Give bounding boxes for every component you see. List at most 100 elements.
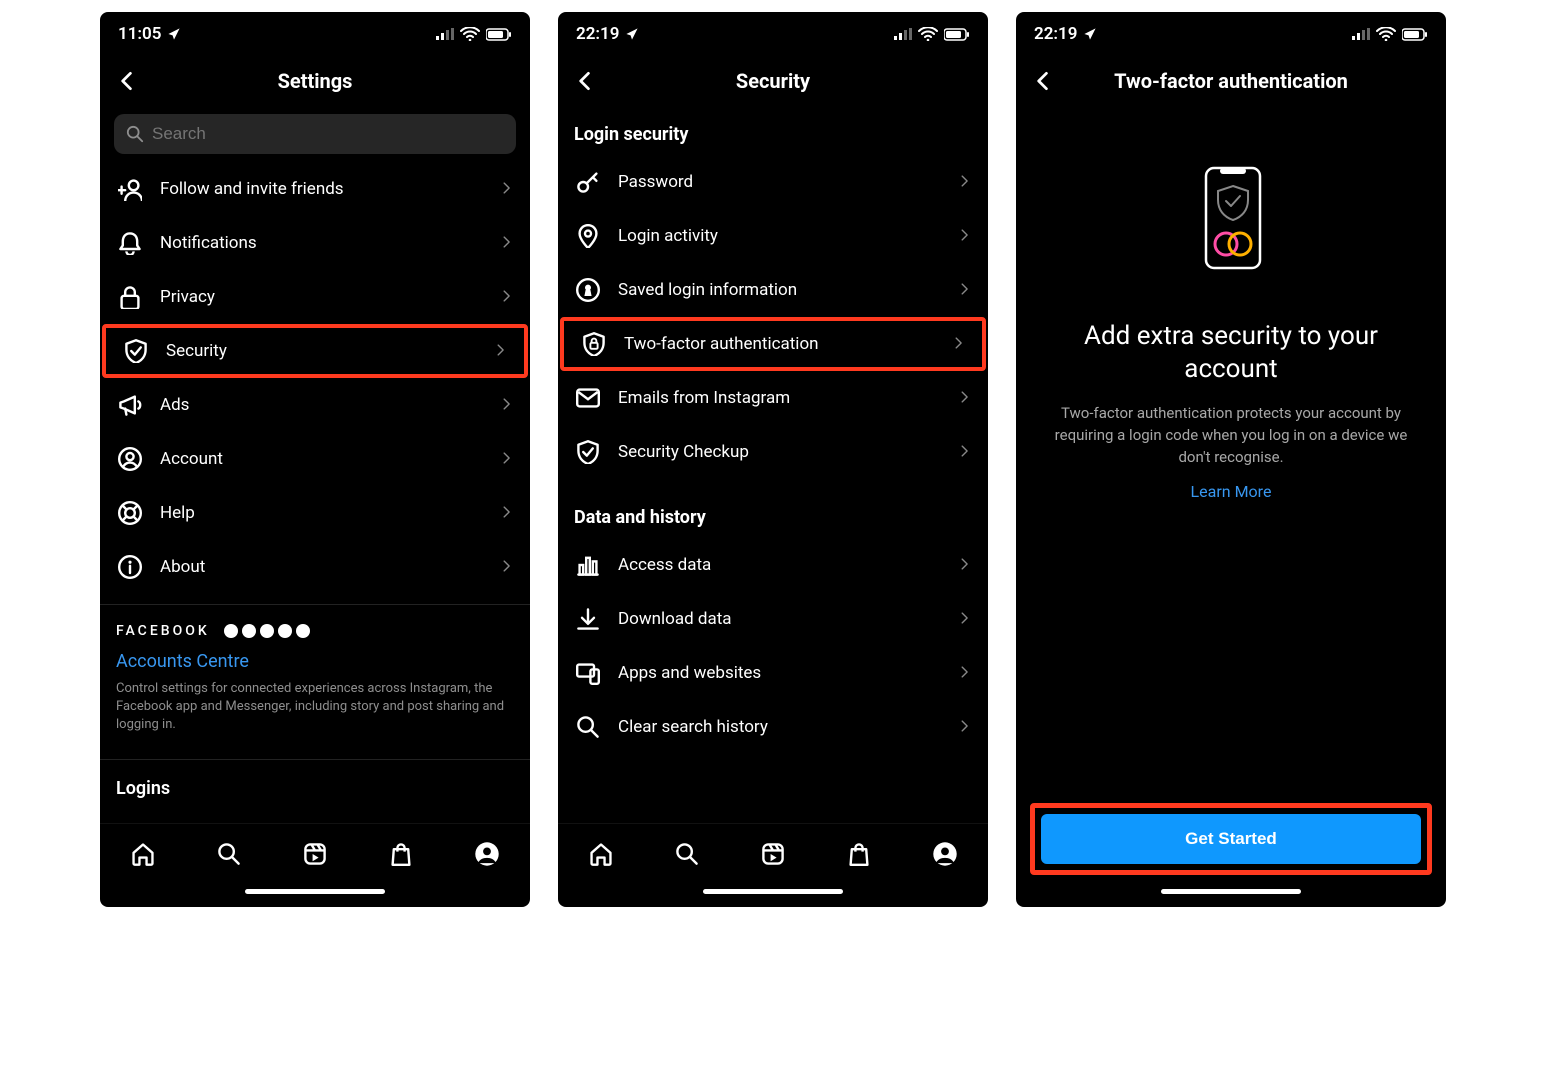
home-indicator[interactable] — [558, 883, 988, 907]
back-button[interactable] — [110, 65, 142, 97]
row-about[interactable]: About — [100, 540, 530, 594]
row-two-factor-authentication[interactable]: Two-factor authentication — [560, 317, 986, 371]
reels-icon — [761, 842, 785, 866]
row-access-data[interactable]: Access data — [558, 538, 988, 592]
search-input[interactable] — [152, 124, 504, 144]
section-login-security: Login security — [558, 106, 988, 155]
mail-icon — [574, 384, 602, 412]
back-button[interactable] — [1026, 65, 1058, 97]
cta-highlight: Get Started — [1030, 803, 1432, 875]
shield-lock-icon — [580, 330, 608, 358]
shop-icon — [847, 842, 871, 866]
profile-icon — [474, 841, 500, 867]
bar-chart-icon — [574, 551, 602, 579]
location-arrow-icon — [1083, 27, 1097, 41]
home-icon — [130, 841, 156, 867]
row-label: Account — [160, 449, 484, 469]
location-arrow-icon — [625, 27, 639, 41]
row-label: Saved login information — [618, 280, 942, 300]
row-label: Privacy — [160, 287, 484, 307]
facebook-app-glyphs — [224, 624, 310, 638]
tab-shop[interactable] — [844, 839, 874, 869]
accounts-centre-link[interactable]: Accounts Centre — [116, 651, 249, 672]
tab-profile[interactable] — [930, 839, 960, 869]
tab-home[interactable] — [586, 839, 616, 869]
row-security-checkup[interactable]: Security Checkup — [558, 425, 988, 479]
chevron-right-icon — [958, 173, 972, 192]
logins-section-title: Logins — [100, 759, 530, 805]
chevron-right-icon — [500, 288, 514, 307]
user-circle-icon — [116, 445, 144, 473]
wifi-icon — [1376, 27, 1396, 41]
chevron-right-icon — [958, 389, 972, 408]
learn-more-link[interactable]: Learn More — [1191, 482, 1272, 501]
search-icon — [574, 713, 602, 741]
bell-icon — [116, 229, 144, 257]
row-label: Login activity — [618, 226, 942, 246]
tab-home[interactable] — [128, 839, 158, 869]
chevron-right-icon — [494, 342, 508, 361]
row-saved-login-information[interactable]: Saved login information — [558, 263, 988, 317]
nav-header: Security — [558, 56, 988, 106]
row-clear-search-history[interactable]: Clear search history — [558, 700, 988, 754]
row-help[interactable]: Help — [100, 486, 530, 540]
chevron-right-icon — [958, 610, 972, 629]
chevron-left-icon — [1031, 70, 1053, 92]
row-account[interactable]: Account — [100, 432, 530, 486]
tfa-illustration — [1186, 166, 1276, 290]
row-password[interactable]: Password — [558, 155, 988, 209]
tab-profile[interactable] — [472, 839, 502, 869]
section-data-history: Data and history — [558, 489, 988, 538]
chevron-right-icon — [500, 396, 514, 415]
search-icon — [675, 842, 699, 866]
chevron-right-icon — [500, 450, 514, 469]
nav-header: Settings — [100, 56, 530, 106]
chevron-right-icon — [500, 180, 514, 199]
row-security[interactable]: Security — [102, 324, 528, 378]
row-download-data[interactable]: Download data — [558, 592, 988, 646]
tab-bar — [100, 823, 530, 883]
add-person-icon — [116, 175, 144, 203]
row-apps-and-websites[interactable]: Apps and websites — [558, 646, 988, 700]
megaphone-icon — [116, 391, 144, 419]
screen-two-factor: 22:19 Two-factor authentication Add extr… — [1016, 12, 1446, 907]
status-time: 11:05 — [118, 24, 161, 44]
back-button[interactable] — [568, 65, 600, 97]
row-label: Emails from Instagram — [618, 388, 942, 408]
lifebuoy-icon — [116, 499, 144, 527]
chevron-right-icon — [958, 443, 972, 462]
chevron-right-icon — [958, 664, 972, 683]
tab-reels[interactable] — [300, 839, 330, 869]
battery-icon — [486, 28, 512, 41]
tab-reels[interactable] — [758, 839, 788, 869]
row-follow-and-invite-friends[interactable]: Follow and invite friends — [100, 162, 530, 216]
status-bar: 22:19 — [558, 12, 988, 56]
tab-shop[interactable] — [386, 839, 416, 869]
row-label: Help — [160, 503, 484, 523]
chevron-right-icon — [500, 558, 514, 577]
row-login-activity[interactable]: Login activity — [558, 209, 988, 263]
search-icon — [217, 842, 241, 866]
home-indicator[interactable] — [100, 883, 530, 907]
pin-icon — [574, 222, 602, 250]
keyhole-icon — [574, 276, 602, 304]
tab-search[interactable] — [214, 839, 244, 869]
row-label: Password — [618, 172, 942, 192]
chevron-left-icon — [115, 70, 137, 92]
tab-search[interactable] — [672, 839, 702, 869]
row-privacy[interactable]: Privacy — [100, 270, 530, 324]
get-started-button[interactable]: Get Started — [1041, 814, 1421, 864]
lock-icon — [116, 283, 144, 311]
row-emails-from-instagram[interactable]: Emails from Instagram — [558, 371, 988, 425]
facebook-block: FACEBOOK Accounts Centre Control setting… — [100, 604, 530, 745]
search-field[interactable] — [114, 114, 516, 154]
chevron-right-icon — [500, 504, 514, 523]
row-notifications[interactable]: Notifications — [100, 216, 530, 270]
row-label: Apps and websites — [618, 663, 942, 683]
screen-security: 22:19 Security Login security Password L… — [558, 12, 988, 907]
home-indicator[interactable] — [1016, 883, 1446, 907]
chevron-right-icon — [952, 335, 966, 354]
location-arrow-icon — [167, 27, 181, 41]
row-ads[interactable]: Ads — [100, 378, 530, 432]
signal-icon — [894, 28, 912, 40]
